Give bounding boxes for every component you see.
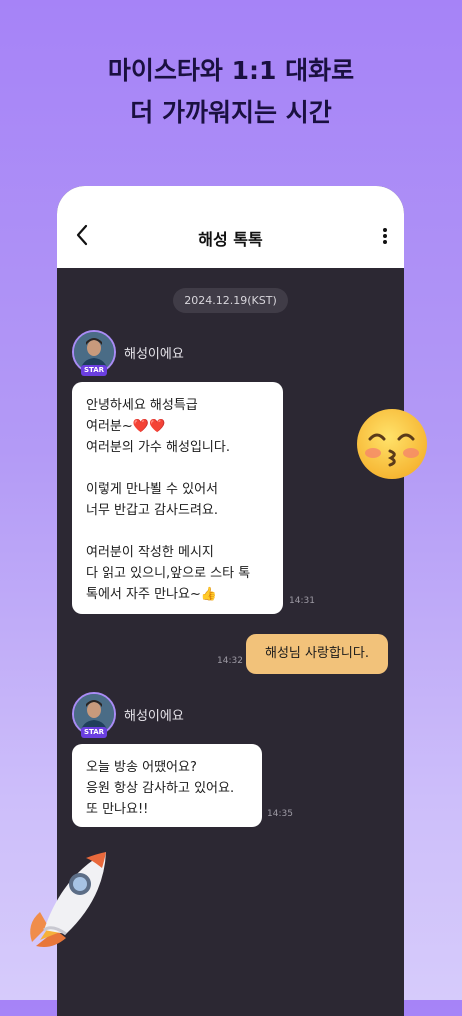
message-time: 14:31 <box>289 596 315 606</box>
message-line: 여러분의 가수 해성입니다. <box>86 440 230 455</box>
message-line: 다 읽고 있으니,앞으로 스타 톡 <box>86 566 251 581</box>
message-line: 응원 항상 감사하고 있어요. <box>86 781 235 796</box>
star-badge: STAR <box>81 365 107 376</box>
headline-line-1: 마이스타와 1:1 대화로 <box>107 56 355 85</box>
headline: 마이스타와 1:1 대화로 더 가까워지는 시간 <box>0 50 462 134</box>
message-line <box>86 521 269 542</box>
incoming-message-bubble: 오늘 방송 어땠어요? 응원 항상 감사하고 있어요. 또 만나요!! <box>72 744 262 827</box>
message-line: 톡에서 자주 만나요~👍 <box>86 587 218 602</box>
message-line: 너무 반갑고 감사드려요. <box>86 503 218 518</box>
rocket-icon <box>22 846 112 962</box>
avatar[interactable]: STAR <box>71 330 117 382</box>
kissing-face-icon <box>355 407 429 485</box>
avatar[interactable]: STAR <box>71 692 117 744</box>
date-divider: 2024.12.19(KST) <box>173 288 288 313</box>
incoming-message-bubble: 안녕하세요 해성특급 여러분~❤️❤️ 여러분의 가수 해성입니다. 이렇게 만… <box>72 382 283 614</box>
message-time: 14:35 <box>267 809 293 819</box>
message-line: 안녕하세요 해성특급 <box>86 398 198 413</box>
outgoing-message-bubble: 해성님 사랑합니다. <box>246 634 388 674</box>
headline-line-2: 더 가까워지는 시간 <box>130 98 332 127</box>
sender-name: 해성이에요 <box>124 709 184 724</box>
sender-name: 해성이에요 <box>124 347 184 362</box>
chat-title: 해성 톡톡 <box>198 230 263 249</box>
more-vertical-icon[interactable] <box>382 227 388 249</box>
message-line: 오늘 방송 어땠어요? <box>86 760 197 775</box>
message-time: 14:32 <box>217 656 243 666</box>
chat-header: 해성 톡톡 <box>57 186 404 268</box>
message-line <box>86 458 269 479</box>
message-line: 여러분~❤️❤️ <box>86 419 166 434</box>
message-line: 이렇게 만나뵐 수 있어서 <box>86 482 218 497</box>
message-line: 여러분이 작성한 메시지 <box>86 545 214 560</box>
star-badge: STAR <box>81 727 107 738</box>
message-line: 또 만나요!! <box>86 802 149 817</box>
